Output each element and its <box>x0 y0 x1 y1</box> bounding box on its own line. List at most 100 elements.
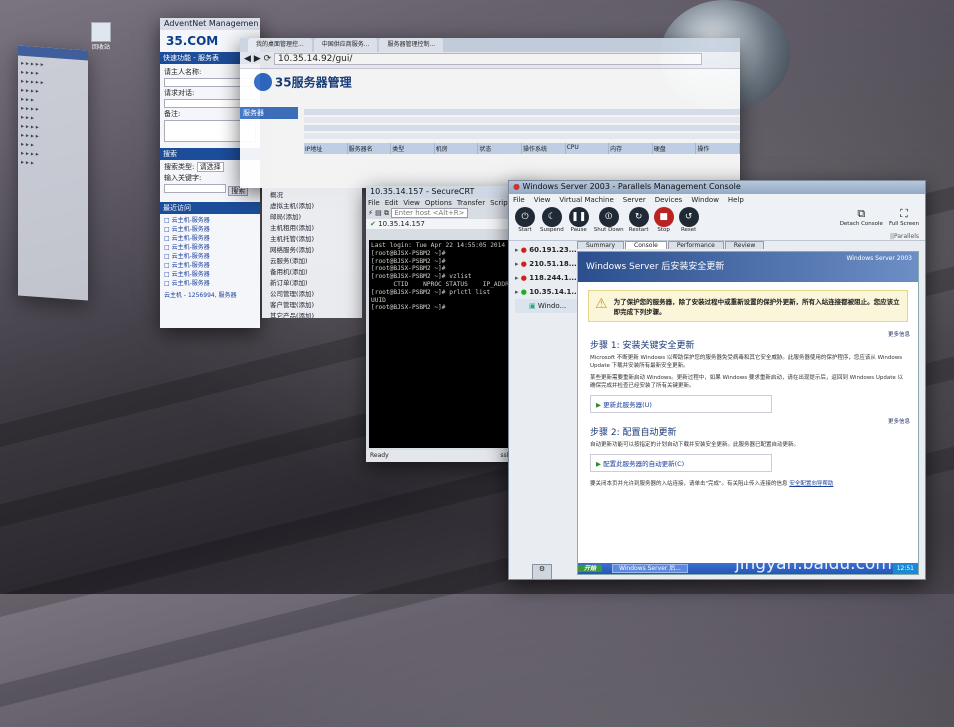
parallels-menubar: File View Virtual Machine Server Devices Wind… <box>509 194 925 206</box>
chrome-address-bar[interactable]: 10.35.14.92/gui/ <box>274 53 703 65</box>
console-tab-summary[interactable]: Summary <box>577 241 624 249</box>
site-menu-item[interactable]: 概况 <box>270 190 354 201</box>
more-info-link-1[interactable]: 更多信息 <box>578 330 918 338</box>
banner-title: Windows Server 后安装安全更新 <box>586 262 725 272</box>
recent-item[interactable]: □ 云主机-服务器 <box>164 234 256 243</box>
start-button[interactable]: ⏻ Start <box>515 207 535 233</box>
configure-updates-button[interactable]: ▶ 配置此服务器的自动更新(C) <box>590 454 772 472</box>
stop-icon: ■ <box>653 207 674 227</box>
parallels-menu-item[interactable]: Window <box>691 196 719 204</box>
update-server-button[interactable]: ▶ 更新此服务器(U) <box>590 395 772 413</box>
chrome-window[interactable]: 我的桌面管理控... 中国供应商服务... 服务器管理控制... ◀ ▶ ⟳ 10.… <box>240 38 740 188</box>
console-tab-review[interactable]: Review <box>724 241 765 249</box>
site-menu-item[interactable]: 邮局(添加) <box>270 212 354 223</box>
parallels-menu-item[interactable]: File <box>513 196 525 204</box>
vm-icon: ▣ <box>529 302 538 310</box>
parallels-menu-item[interactable]: Server <box>623 196 646 204</box>
guest-task-button[interactable]: Windows Server 后... <box>611 564 688 573</box>
server-item[interactable]: ▸ ● 210.51.18... <box>515 257 577 271</box>
recent-item[interactable]: □ 云主机-服务器 <box>164 279 256 288</box>
site-menu-item[interactable]: 其它产品(添加) <box>270 311 354 318</box>
advent-recent-bottom[interactable]: 云主机 - 1256994, 服务器 <box>160 290 260 299</box>
console-tab-console[interactable]: Console <box>625 241 667 249</box>
reload-icon[interactable]: ⟳ <box>264 54 272 64</box>
guest-start-button[interactable]: 开始 <box>578 565 603 572</box>
check-icon: ✔ <box>370 220 376 228</box>
site-menu-item[interactable]: 云服务(添加) <box>270 256 354 267</box>
console-tab-performance[interactable]: Performance <box>667 241 724 249</box>
table-header-cell: 操作 <box>696 143 740 154</box>
securecrt-host-input[interactable]: Enter host <Alt+R> <box>391 208 468 218</box>
more-info-link-2[interactable]: 更多信息 <box>578 417 918 425</box>
site-menu-item[interactable]: 客户管理(添加) <box>270 300 354 311</box>
parallels-menu-item[interactable]: View <box>534 196 551 204</box>
toolbar-label: Full Screen <box>888 221 919 227</box>
chrome-tabstrip: 我的桌面管理控... 中国供应商服务... 服务器管理控制... <box>240 38 740 52</box>
stop-button[interactable]: ■ Stop <box>653 207 674 233</box>
toolbar-label: Stop <box>657 227 670 233</box>
explorer-tree: ▸ ▸ ▸ ▸ ▸ ▸ ▸ ▸ ▸ ▸ ▸ ▸ ▸ ▸ ▸ ▸ ▸ ▸ ▸ ▸ ▸ ▸ ▸… <box>21 59 44 167</box>
recent-item[interactable]: □ 云主机-服务器 <box>164 270 256 279</box>
recent-item[interactable]: □ 云主机-服务器 <box>164 225 256 234</box>
advent-search-type-select[interactable]: 请选择 <box>196 162 224 172</box>
desktop-icon-recycle[interactable]: 回收站 <box>88 22 114 51</box>
securecrt-menu-item[interactable]: Transfer <box>457 199 485 207</box>
securecrt-menu-item[interactable]: Edit <box>385 199 399 207</box>
server-item[interactable]: ▸ ● 60.191.23... <box>515 243 577 257</box>
recent-item[interactable]: □ 云主机-服务器 <box>164 252 256 261</box>
server-label: 118.244.1... <box>526 274 577 282</box>
pause-button[interactable]: ❚❚ Pause <box>568 207 589 233</box>
copy-icon[interactable]: ⧉ <box>384 209 389 217</box>
folder-icon[interactable]: ▤ <box>375 209 382 217</box>
server-item[interactable]: ▸ ● 10.35.14.1... <box>515 285 577 299</box>
securecrt-menu-item[interactable]: File <box>368 199 380 207</box>
vm-item[interactable]: ▣ Windo... <box>515 299 577 313</box>
shutdown-icon: ⏼ <box>598 207 619 227</box>
site-menu-item[interactable]: 新订单(添加) <box>270 278 354 289</box>
parallels-menu-item[interactable]: Devices <box>655 196 683 204</box>
back-icon[interactable]: ◀ <box>244 54 251 64</box>
site-menu-item[interactable]: 公司管理(添加) <box>270 289 354 300</box>
site-menu-item[interactable]: 虚拟主机(添加) <box>270 201 354 212</box>
site-menu-item[interactable]: 主机租用(添加) <box>270 223 354 234</box>
site-menu-item[interactable]: 主机托管(添加) <box>270 234 354 245</box>
reset-icon: ↺ <box>678 207 699 227</box>
parallels-window[interactable]: ● Windows Server 2003 - Parallels Manage… <box>508 180 926 580</box>
terminal-line: [root@BJSX-PSBM2 ~]# <box>371 265 446 273</box>
host-start-button[interactable]: ⚙ <box>532 564 552 580</box>
console-tabs: Summary Console Performance Review <box>577 241 919 249</box>
toolbar-label: Pause <box>570 227 587 233</box>
site-menu: 概况 虚拟主机(添加) 邮局(添加) 主机租用(添加) 主机托管(添加) 网络服务(添加)… <box>262 188 362 318</box>
terminal-line: [root@BJSX-PSBM2 ~]# <box>371 249 446 257</box>
chrome-tab[interactable]: 服务器管理控制... <box>379 38 444 52</box>
site-menu-item[interactable]: 备用机(添加) <box>270 267 354 278</box>
parallels-menu-item[interactable]: Help <box>728 196 744 204</box>
arrow-right-icon: ▶ <box>596 460 601 468</box>
recent-item[interactable]: □ 云主机-服务器 <box>164 216 256 225</box>
securecrt-menu-item[interactable]: Options <box>425 199 452 207</box>
detach-console-button[interactable]: ⧉ Detach Console <box>840 207 883 227</box>
adventnet-tab[interactable]: AdventNet Managemen <box>160 18 260 30</box>
chrome-tab[interactable]: 我的桌面管理控... <box>248 38 312 52</box>
explorer-window[interactable]: ▸ ▸ ▸ ▸ ▸ ▸ ▸ ▸ ▸ ▸ ▸ ▸ ▸ ▸ ▸ ▸ ▸ ▸ ▸ ▸ ▸ ▸ ▸… <box>18 45 88 301</box>
connect-icon[interactable]: ⚡ <box>368 209 373 217</box>
toolbar-label: Reset <box>680 227 697 233</box>
parallels-menu-item[interactable]: Virtual Machine <box>559 196 613 204</box>
security-wizard-link[interactable]: 安全配置向导帮助 <box>789 481 833 487</box>
step2-title: 步骤 2: 配置自动更新 <box>590 428 677 438</box>
shut-down-button[interactable]: ⏼ Shut Down <box>594 207 624 233</box>
chrome-tab[interactable]: 中国供应商服务... <box>313 38 378 52</box>
securecrt-menu-item[interactable]: View <box>403 199 420 207</box>
recent-item[interactable]: □ 云主机-服务器 <box>164 243 256 252</box>
recent-item[interactable]: □ 云主机-服务器 <box>164 261 256 270</box>
suspend-button[interactable]: ☾ Suspend <box>540 207 564 233</box>
advent-search-input[interactable] <box>164 184 226 193</box>
site-menu-item[interactable]: 网络服务(添加) <box>270 245 354 256</box>
forward-icon[interactable]: ▶ <box>254 54 261 64</box>
table-header-cell: 内存 <box>609 143 653 154</box>
server-item[interactable]: ▸ ● 118.244.1... <box>515 271 577 285</box>
reset-button[interactable]: ↺ Reset <box>678 207 699 233</box>
full-screen-button[interactable]: ⛶ Full Screen <box>889 207 919 227</box>
detach-icon: ⧉ <box>857 207 866 220</box>
restart-button[interactable]: ↻ Restart <box>628 207 649 233</box>
